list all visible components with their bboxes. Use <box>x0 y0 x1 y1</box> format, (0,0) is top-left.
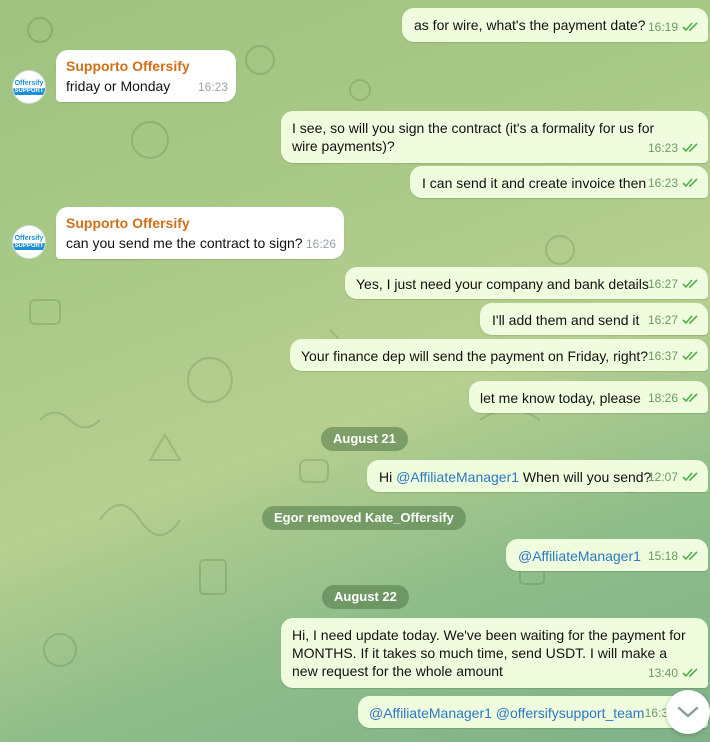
message-text: Hi, I need update today. We've been wait… <box>292 627 686 679</box>
avatar-subtext: SUPPORT <box>13 242 45 250</box>
mention-link[interactable]: @AffiliateManager1 <box>396 469 519 485</box>
message-meta: 16:27 <box>648 311 700 329</box>
double-check-icon <box>682 22 698 32</box>
avatar-text: Offersify <box>14 234 44 242</box>
message-meta: 16:37 <box>648 347 700 365</box>
double-check-icon <box>682 178 698 188</box>
message-time: 16:37 <box>647 349 678 363</box>
message-time: 16:27 <box>647 277 678 291</box>
date-separator: August 22 <box>322 585 409 609</box>
message-meta: 12:07 <box>648 468 700 486</box>
message-time: 13:40 <box>647 666 678 680</box>
message-time: 12:07 <box>647 470 678 484</box>
message-time: 16:3 <box>644 706 668 720</box>
message-meta: 16:27 <box>648 275 700 293</box>
message-bubble[interactable]: as for wire, what's the payment date? 16… <box>402 8 708 42</box>
message-bubble[interactable]: Your finance dep will send the payment o… <box>290 339 708 371</box>
message-time: 16:19 <box>647 20 678 34</box>
scroll-down-button[interactable] <box>666 690 710 734</box>
message-text: can you send me the contract to sign? <box>66 235 303 251</box>
chevron-down-icon <box>677 706 699 718</box>
message-bubble[interactable]: Hi, I need update today. We've been wait… <box>281 618 708 688</box>
message-meta: 16:19 <box>648 18 700 36</box>
service-message: Egor removed Kate_Offersify <box>262 506 466 530</box>
sender-name[interactable]: Supporto Offersify <box>66 57 226 75</box>
avatar-text: Offersify <box>14 79 44 87</box>
double-check-icon <box>682 351 698 361</box>
message-meta: 18:26 <box>648 389 700 407</box>
message-meta: 13:40 <box>648 664 700 682</box>
avatar[interactable]: Offersify SUPPORT <box>12 70 46 104</box>
message-time: 18:26 <box>647 391 678 405</box>
message-bubble[interactable]: Supporto Offersify friday or Monday 16:2… <box>56 50 236 102</box>
double-check-icon <box>682 279 698 289</box>
message-time: 16:26 <box>305 237 336 251</box>
double-check-icon <box>682 668 698 678</box>
message-meta: 16:23 <box>648 139 700 157</box>
message-bubble[interactable]: Hi @AffiliateManager1 When will you send… <box>367 460 708 492</box>
message-text: I see, so will you sign the contract (it… <box>292 120 655 154</box>
message-bubble[interactable]: I can send it and create invoice then 16… <box>410 166 708 198</box>
double-check-icon <box>682 472 698 482</box>
message-bubble[interactable]: Supporto Offersify can you send me the c… <box>56 207 344 259</box>
sender-name[interactable]: Supporto Offersify <box>66 214 334 232</box>
message-bubble[interactable]: @AffiliateManager1 15:18 <box>506 539 708 571</box>
avatar-subtext: SUPPORT <box>13 87 45 95</box>
message-text-suffix: When will you send? <box>519 469 652 485</box>
message-meta: 15:18 <box>648 547 700 565</box>
message-bubble[interactable]: @AffiliateManager1 @offersifysupport_tea… <box>358 696 708 728</box>
double-check-icon <box>682 551 698 561</box>
message-text-prefix: Hi <box>379 469 397 485</box>
message-meta: 16:3 <box>645 704 668 722</box>
message-text: Yes, I just need your company and bank d… <box>356 276 649 292</box>
message-time: 16:23 <box>647 176 678 190</box>
message-time: 16:23 <box>197 80 228 94</box>
message-meta: 16:23 <box>198 78 228 96</box>
double-check-icon <box>682 393 698 403</box>
message-bubble[interactable]: let me know today, please 18:26 <box>469 381 708 413</box>
message-bubble[interactable]: Yes, I just need your company and bank d… <box>345 267 708 299</box>
message-bubble[interactable]: I see, so will you sign the contract (it… <box>281 111 708 163</box>
double-check-icon <box>682 315 698 325</box>
message-bubble[interactable]: I'll add them and send it 16:27 <box>480 303 708 335</box>
message-time: 16:27 <box>647 313 678 327</box>
message-text: Your finance dep will send the payment o… <box>301 348 649 364</box>
message-time: 16:23 <box>647 141 678 155</box>
double-check-icon <box>682 143 698 153</box>
message-meta: 16:23 <box>648 174 700 192</box>
avatar[interactable]: Offersify SUPPORT <box>12 225 46 259</box>
message-time: 15:18 <box>647 549 678 563</box>
message-meta: 16:26 <box>306 235 336 253</box>
date-separator: August 21 <box>321 427 408 451</box>
